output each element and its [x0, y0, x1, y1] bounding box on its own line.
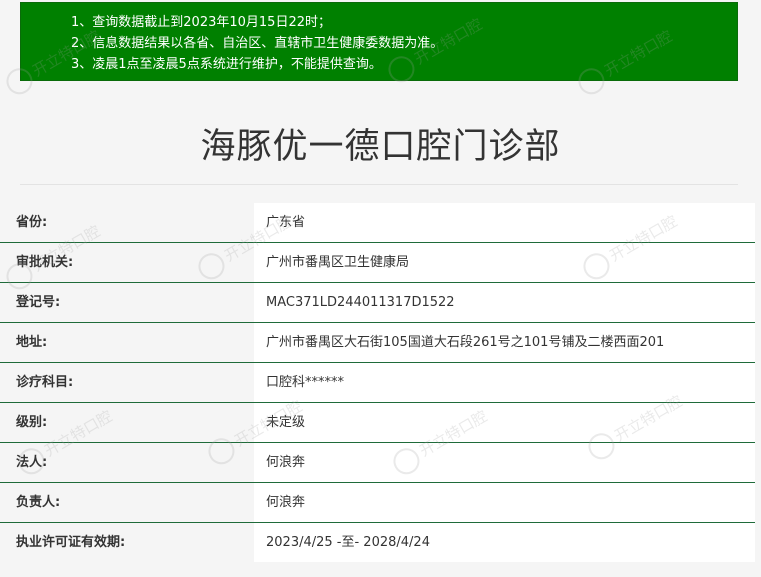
row-label: 地址:: [16, 335, 48, 350]
table-row-level: 级别: 未定级: [0, 403, 755, 443]
table-row-license-validity: 执业许可证有效期: 2023/4/25 -至- 2028/4/24: [0, 523, 755, 563]
row-label: 诊疗科目:: [16, 375, 74, 390]
row-value: 2023/4/25 -至- 2028/4/24: [266, 535, 430, 550]
table-row-registration-number: 登记号: MAC371LD244011317D1522: [0, 283, 755, 323]
table-row-departments: 诊疗科目: 口腔科******: [0, 363, 755, 403]
row-label: 审批机关:: [16, 255, 74, 270]
table-row-approval-authority: 审批机关: 广州市番禺区卫生健康局: [0, 243, 755, 283]
row-label: 级别:: [16, 415, 48, 430]
row-value-cell: 口腔科******: [254, 363, 755, 402]
info-table: 省份: 广东省 审批机关: 广州市番禺区卫生健康局 登记号: MAC371LD2…: [0, 203, 755, 563]
table-row-province: 省份: 广东省: [0, 203, 755, 243]
page-title: 海豚优一德口腔门诊部: [200, 127, 561, 167]
row-label: 省份:: [16, 215, 48, 230]
row-value: 广州市番禺区大石街105国道大石段261号之101号铺及二楼西面201: [266, 335, 665, 350]
row-label: 执业许可证有效期:: [16, 535, 126, 550]
title-divider: [20, 184, 738, 185]
row-value: MAC371LD244011317D1522: [266, 295, 455, 310]
row-value: 广东省: [266, 215, 306, 230]
table-row-legal-person: 法人: 何浪奔: [0, 443, 755, 483]
row-value-cell: MAC371LD244011317D1522: [254, 283, 755, 322]
row-value-cell: 何浪奔: [254, 443, 755, 482]
row-value: 口腔科******: [266, 375, 345, 390]
row-value: 未定级: [266, 415, 306, 430]
notice-banner: 1、查询数据截止到2023年10月15日22时； 2、信息数据结果以各省、自治区…: [20, 2, 738, 81]
row-label: 负责人:: [16, 495, 61, 510]
row-value-cell: 广东省: [254, 203, 755, 242]
table-row-address: 地址: 广州市番禺区大石街105国道大石段261号之101号铺及二楼西面201: [0, 323, 755, 363]
row-value-cell: 何浪奔: [254, 483, 755, 522]
row-value-cell: 未定级: [254, 403, 755, 442]
row-value-cell: 广州市番禺区卫生健康局: [254, 243, 755, 282]
row-value-cell: 2023/4/25 -至- 2028/4/24: [254, 523, 755, 562]
row-value: 何浪奔: [266, 455, 306, 470]
row-label: 法人:: [16, 455, 48, 470]
row-value-cell: 广州市番禺区大石街105国道大石段261号之101号铺及二楼西面201: [254, 323, 755, 362]
notice-line-2: 2、信息数据结果以各省、自治区、直辖市卫生健康委数据为准。: [71, 36, 444, 51]
row-label: 登记号:: [16, 295, 61, 310]
row-value: 广州市番禺区卫生健康局: [266, 255, 410, 270]
row-value: 何浪奔: [266, 495, 306, 510]
notice-line-3: 3、凌晨1点至凌晨5点系统进行维护，不能提供查询。: [71, 57, 382, 72]
table-row-person-in-charge: 负责人: 何浪奔: [0, 483, 755, 523]
notice-line-1: 1、查询数据截止到2023年10月15日22时；: [71, 15, 331, 30]
